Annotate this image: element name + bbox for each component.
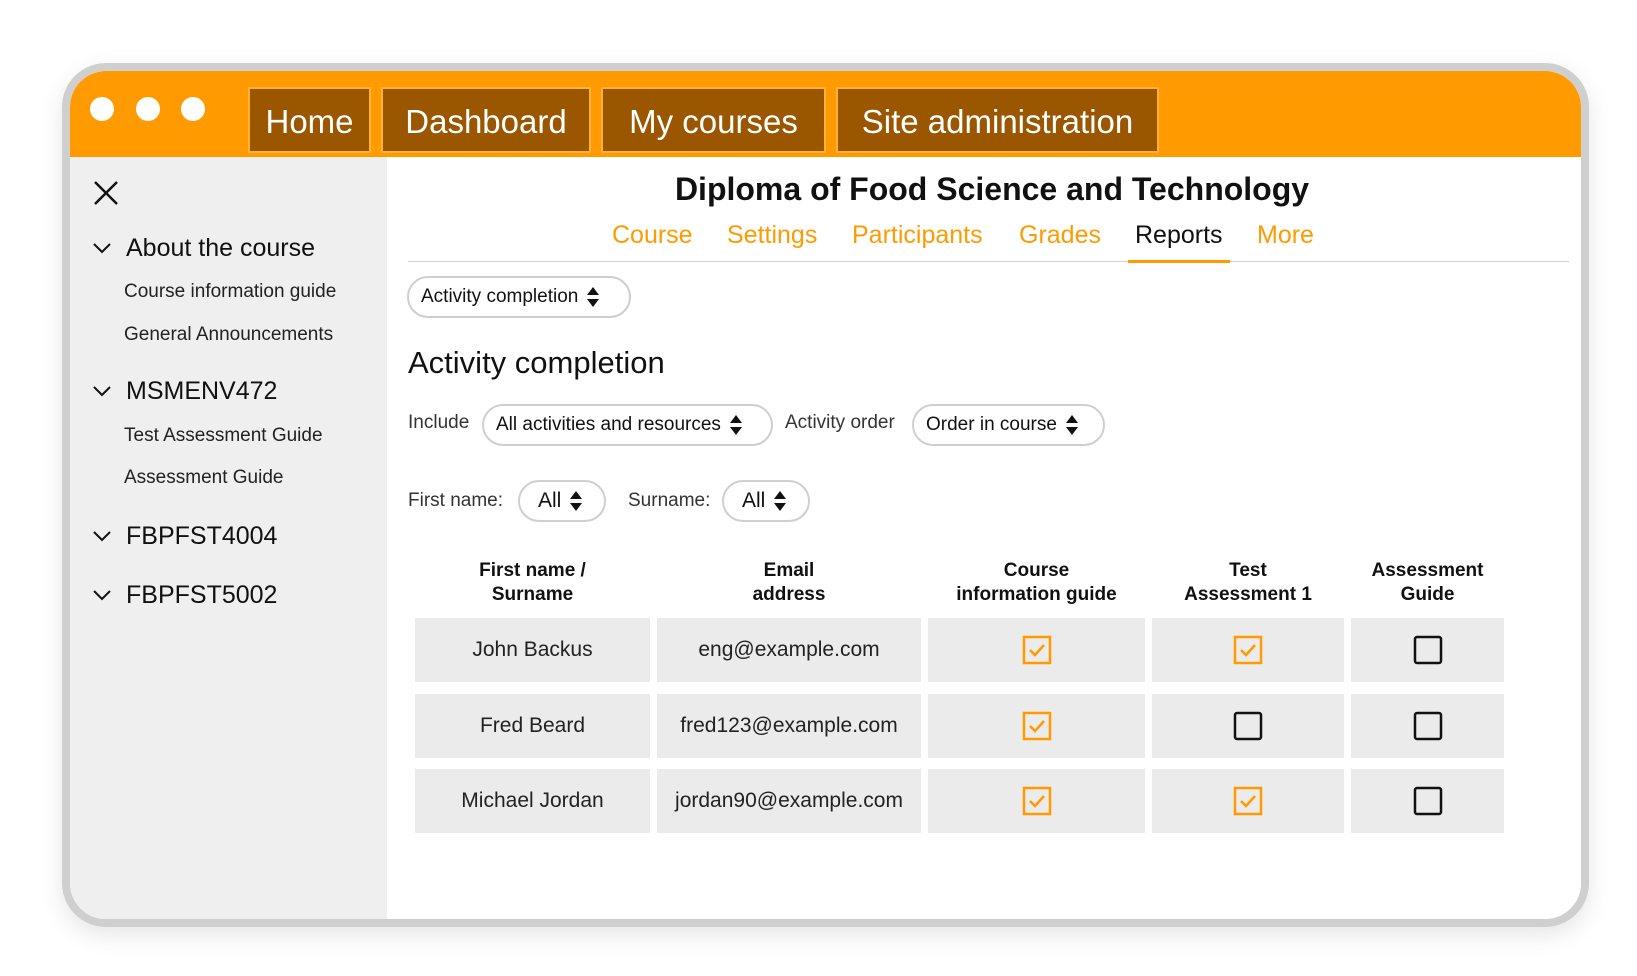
table-cell-completion bbox=[1152, 694, 1344, 758]
sidebar-section-fbpfst4004[interactable]: FBPFST4004 bbox=[92, 519, 277, 553]
top-navigation-bar: Home Dashboard My courses Site administr… bbox=[70, 71, 1581, 157]
app-window: Home Dashboard My courses Site administr… bbox=[62, 63, 1589, 927]
tab-settings[interactable]: Settings bbox=[727, 221, 817, 250]
table-cell-completion bbox=[928, 694, 1145, 758]
include-select-value: All activities and resources bbox=[496, 414, 721, 435]
surname-filter[interactable]: All bbox=[722, 480, 810, 522]
sort-arrows-icon bbox=[729, 415, 742, 435]
table-cell-completion bbox=[1351, 618, 1504, 682]
sidebar-section-label: FBPFST5002 bbox=[126, 580, 278, 609]
window-control-dot[interactable] bbox=[90, 97, 114, 121]
table-cell-completion bbox=[1351, 769, 1504, 833]
chevron-down-icon bbox=[93, 243, 111, 254]
sidebar-item-general-announcements[interactable]: General Announcements bbox=[124, 324, 333, 346]
column-header-email[interactable]: Email address bbox=[657, 559, 921, 607]
column-header-line: First name / bbox=[479, 560, 586, 581]
column-header-line: Course bbox=[1003, 560, 1070, 581]
checkbox-unchecked-icon[interactable] bbox=[1413, 786, 1443, 816]
sidebar-section-fbpfst5002[interactable]: FBPFST5002 bbox=[92, 578, 277, 612]
report-type-select[interactable]: Activity completion bbox=[407, 276, 631, 318]
column-header-assessment-guide[interactable]: Assessment Guide bbox=[1351, 559, 1504, 607]
sidebar-section-label: About the course bbox=[126, 233, 316, 262]
first-name-filter[interactable]: All bbox=[518, 480, 606, 522]
course-sidebar: About the course Course information guid… bbox=[70, 157, 387, 919]
sidebar-section-msmenv472[interactable]: MSMENV472 bbox=[92, 374, 277, 408]
tab-participants[interactable]: Participants bbox=[852, 221, 983, 250]
column-header-line: information guide bbox=[956, 584, 1117, 605]
tab-reports[interactable]: Reports bbox=[1135, 221, 1223, 250]
sort-arrows-icon bbox=[1065, 415, 1078, 435]
sidebar-item-test-assessment-guide[interactable]: Test Assessment Guide bbox=[124, 425, 323, 447]
include-select[interactable]: All activities and resources bbox=[482, 404, 773, 446]
report-type-select-value: Activity completion bbox=[421, 286, 579, 307]
tabs-divider bbox=[408, 261, 1569, 262]
active-tab-indicator bbox=[1128, 260, 1230, 263]
column-header-line: address bbox=[752, 584, 826, 605]
sidebar-section-label: FBPFST4004 bbox=[126, 521, 278, 550]
checkbox-checked-icon[interactable] bbox=[1233, 786, 1263, 816]
column-header-line: Guide bbox=[1400, 584, 1455, 605]
table-cell-email: eng@example.com bbox=[657, 618, 921, 682]
surname-filter-value: All bbox=[742, 489, 766, 512]
checkbox-unchecked-icon[interactable] bbox=[1413, 635, 1443, 665]
page-title: Diploma of Food Science and Technology bbox=[674, 171, 1310, 207]
table-cell-completion bbox=[1152, 618, 1344, 682]
include-label: Include bbox=[408, 412, 470, 433]
checkbox-checked-icon[interactable] bbox=[1022, 635, 1052, 665]
table-cell-completion bbox=[1152, 769, 1344, 833]
activity-order-select-value: Order in course bbox=[926, 414, 1057, 435]
checkbox-checked-icon[interactable] bbox=[1233, 635, 1263, 665]
nav-my-courses[interactable]: My courses bbox=[601, 87, 826, 153]
chevron-down-icon bbox=[93, 531, 111, 542]
column-header-course-information-guide[interactable]: Course information guide bbox=[928, 559, 1145, 607]
chevron-down-icon bbox=[93, 386, 111, 397]
chevron-down-icon bbox=[93, 590, 111, 601]
column-header-line: Assessment bbox=[1371, 560, 1484, 581]
checkbox-unchecked-icon[interactable] bbox=[1413, 711, 1443, 741]
sidebar-item-course-information-guide[interactable]: Course information guide bbox=[124, 281, 336, 303]
column-header-line: Surname bbox=[491, 584, 574, 605]
sidebar-item-assessment-guide[interactable]: Assessment Guide bbox=[124, 467, 283, 489]
table-cell-completion bbox=[928, 618, 1145, 682]
activity-order-select[interactable]: Order in course bbox=[912, 404, 1105, 446]
column-header-test-assessment-1[interactable]: Test Assessment 1 bbox=[1152, 559, 1344, 607]
sidebar-section-about-the-course[interactable]: About the course bbox=[92, 231, 315, 265]
nav-dashboard[interactable]: Dashboard bbox=[381, 87, 591, 153]
sort-arrows-icon bbox=[570, 491, 583, 511]
sidebar-section-label: MSMENV472 bbox=[126, 376, 278, 405]
table-cell-completion bbox=[1351, 694, 1504, 758]
main-content: Diploma of Food Science and Technology C… bbox=[387, 157, 1581, 919]
surname-label: Surname: bbox=[628, 490, 711, 511]
column-header-line: Assessment 1 bbox=[1184, 584, 1312, 605]
nav-site-administration[interactable]: Site administration bbox=[836, 87, 1159, 153]
column-header-line: Test bbox=[1229, 560, 1267, 581]
table-cell-name: John Backus bbox=[415, 618, 650, 682]
section-heading: Activity completion bbox=[408, 345, 665, 380]
close-icon[interactable] bbox=[92, 179, 120, 207]
tab-grades[interactable]: Grades bbox=[1019, 221, 1101, 250]
tab-more[interactable]: More bbox=[1257, 221, 1314, 250]
tab-course[interactable]: Course bbox=[612, 221, 693, 250]
checkbox-checked-icon[interactable] bbox=[1022, 786, 1052, 816]
window-control-dot[interactable] bbox=[136, 97, 160, 121]
column-header-name[interactable]: First name / Surname bbox=[415, 559, 650, 607]
first-name-label: First name: bbox=[408, 490, 504, 511]
sort-arrows-icon bbox=[587, 287, 600, 307]
table-cell-email: jordan90@example.com bbox=[657, 769, 921, 833]
nav-home[interactable]: Home bbox=[248, 87, 371, 153]
table-cell-name: Michael Jordan bbox=[415, 769, 650, 833]
column-header-line: Email bbox=[763, 560, 815, 581]
table-cell-email: fred123@example.com bbox=[657, 694, 921, 758]
table-cell-name: Fred Beard bbox=[415, 694, 650, 758]
checkbox-checked-icon[interactable] bbox=[1022, 711, 1052, 741]
activity-order-label: Activity order bbox=[785, 412, 895, 433]
sort-arrows-icon bbox=[774, 491, 787, 511]
table-cell-completion bbox=[928, 769, 1145, 833]
window-control-dot[interactable] bbox=[181, 97, 205, 121]
first-name-filter-value: All bbox=[538, 489, 562, 512]
checkbox-unchecked-icon[interactable] bbox=[1233, 711, 1263, 741]
